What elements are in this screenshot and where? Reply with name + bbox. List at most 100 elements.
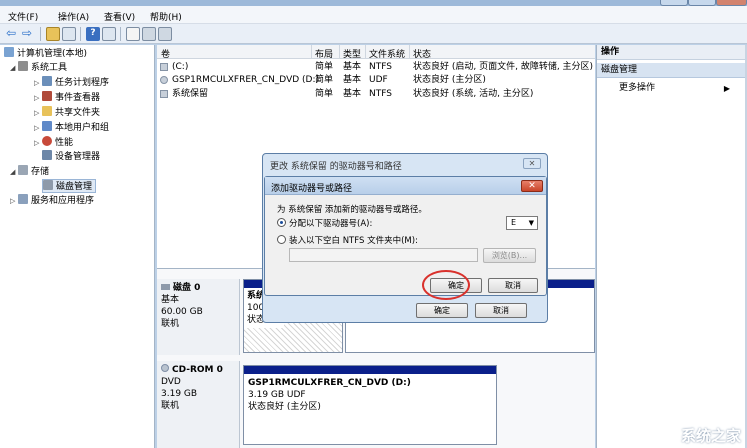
volume-icon xyxy=(160,90,168,98)
tree-performance[interactable]: ▷ 性能 xyxy=(34,136,73,150)
disk0-name-text: 磁盘 0 xyxy=(173,283,201,293)
refresh-icon[interactable] xyxy=(126,27,140,41)
forward-arrow-icon[interactable]: ⇨ xyxy=(22,27,36,41)
volume-icon xyxy=(160,63,168,71)
tree-services-apps[interactable]: ▷ 服务和应用程序 xyxy=(10,194,94,208)
cell: GSP1RMCULXFRER_CN_DVD (D:) xyxy=(172,75,320,85)
tree-root[interactable]: 计算机管理(本地) xyxy=(4,47,87,61)
menu-file[interactable]: 文件(F) xyxy=(8,10,38,23)
cell: 简单 xyxy=(315,75,334,85)
expand-icon[interactable]: ▷ xyxy=(34,121,42,135)
export-icon[interactable] xyxy=(142,27,156,41)
cell: (C:) xyxy=(172,62,189,72)
cdrom0-type: DVD xyxy=(161,377,181,387)
actions-section-disk-management[interactable]: 磁盘管理 xyxy=(597,63,747,78)
folder-path-input[interactable] xyxy=(289,248,478,262)
tree-disk-management[interactable]: 磁盘管理 xyxy=(42,179,97,193)
clock-icon xyxy=(42,76,52,86)
back-arrow-icon[interactable]: ⇦ xyxy=(6,27,20,41)
tree-system-tools[interactable]: ◢ 系统工具 xyxy=(10,61,67,75)
cdrom0-name: CD-ROM 0 xyxy=(161,364,235,376)
actions-header: 操作 xyxy=(597,45,747,60)
properties-icon[interactable] xyxy=(102,27,116,41)
cell: 基本 xyxy=(343,75,362,85)
storage-icon xyxy=(18,165,28,175)
tree-storage[interactable]: ◢ 存储 xyxy=(10,165,49,179)
disk0-name: 磁盘 0 xyxy=(161,282,235,294)
help-icon[interactable]: ? xyxy=(86,27,100,41)
more-icon[interactable] xyxy=(158,27,172,41)
col-layout[interactable]: 布局 xyxy=(315,47,333,60)
expand-icon[interactable]: ▷ xyxy=(10,194,18,208)
menu-action[interactable]: 操作(A) xyxy=(58,10,89,23)
assign-letter-radio[interactable] xyxy=(277,218,286,227)
col-volume[interactable]: 卷 xyxy=(161,47,170,60)
browse-button[interactable]: 浏览(B)... xyxy=(483,248,536,263)
col-divider xyxy=(409,45,410,59)
tree-event-viewer[interactable]: ▷ 事件查看器 xyxy=(34,91,100,105)
col-filesystem[interactable]: 文件系统 xyxy=(369,47,405,60)
disk0-card[interactable]: 磁盘 0 基本 60.00 GB 联机 xyxy=(157,279,240,355)
dialog-description: 为 系统保留 添加新的驱动器号或路径。 xyxy=(277,205,427,215)
table-row[interactable]: (C:) 简单 基本 NTFS 状态良好 (启动, 页面文件, 故障转储, 主分… xyxy=(157,60,595,74)
cd-icon xyxy=(161,364,169,372)
col-status[interactable]: 状态 xyxy=(413,47,431,60)
chevron-right-icon: ▶ xyxy=(723,84,730,93)
chevron-down-icon: ▼ xyxy=(528,219,534,227)
expand-icon[interactable]: ▷ xyxy=(34,136,42,150)
cdrom-volume[interactable]: GSP1RMCULXFRER_CN_DVD (D:) 3.19 GB UDF 状… xyxy=(243,365,497,445)
column-header: 卷 布局 类型 文件系统 状态 xyxy=(157,45,595,60)
expand-icon[interactable]: ▷ xyxy=(34,76,42,90)
more-actions-item[interactable]: 更多操作 ▶ xyxy=(597,81,747,96)
cd-vol-name: GSP1RMCULXFRER_CN_DVD (D:) xyxy=(248,378,411,388)
dialog-title: 添加驱动器号或路径 xyxy=(271,184,353,194)
computer-icon xyxy=(4,47,14,57)
toolbar-separator xyxy=(80,27,81,41)
outer-ok-button[interactable]: 确定 xyxy=(416,303,468,318)
disk0-size: 60.00 GB xyxy=(161,307,203,317)
mount-folder-label: 装入以下空白 NTFS 文件夹中(M): xyxy=(289,236,418,246)
cell: 简单 xyxy=(315,62,334,72)
show-hide-tree-icon[interactable] xyxy=(62,27,76,41)
cell: 系统保留 xyxy=(172,89,209,99)
assign-letter-label: 分配以下驱动器号(A): xyxy=(289,219,373,229)
cdrom0-size: 3.19 GB xyxy=(161,389,198,399)
drive-letter-select[interactable]: E ▼ xyxy=(506,216,538,230)
drive-letter-value: E xyxy=(511,218,517,227)
cancel-button[interactable]: 取消 xyxy=(488,278,538,293)
collapse-icon[interactable]: ◢ xyxy=(10,61,18,75)
cell: NTFS xyxy=(369,89,392,99)
dialog-title: 更改 系统保留 的驱动器号和路径 xyxy=(270,162,402,172)
highlight-circle xyxy=(422,270,470,300)
cell: 基本 xyxy=(343,89,362,99)
disk-icon xyxy=(43,180,53,190)
users-icon xyxy=(42,121,52,131)
expand-icon[interactable]: ▷ xyxy=(34,91,42,105)
close-icon[interactable]: ✕ xyxy=(521,180,543,192)
cell: 基本 xyxy=(343,62,362,72)
outer-cancel-button[interactable]: 取消 xyxy=(475,303,527,318)
expand-icon[interactable]: ▷ xyxy=(34,106,42,120)
menu-help[interactable]: 帮助(H) xyxy=(150,10,182,23)
col-type[interactable]: 类型 xyxy=(343,47,361,60)
mount-folder-radio[interactable] xyxy=(277,235,286,244)
tree-task-scheduler[interactable]: ▷ 任务计划程序 xyxy=(34,76,109,90)
watermark-logo: 系统之家 xyxy=(680,427,741,445)
collapse-icon[interactable]: ◢ xyxy=(10,165,18,179)
cd-vol-status: 状态良好 (主分区) xyxy=(248,402,321,412)
add-drive-letter-dialog: 添加驱动器号或路径 ✕ 为 系统保留 添加新的驱动器号或路径。 分配以下驱动器号… xyxy=(264,176,547,300)
disk0-status: 联机 xyxy=(161,319,180,329)
cell: NTFS xyxy=(369,62,392,72)
tree-device-manager[interactable]: 设备管理器 xyxy=(42,150,100,164)
close-icon[interactable]: ✕ xyxy=(523,158,541,169)
more-actions-label: 更多操作 xyxy=(619,83,656,93)
tree-local-users[interactable]: ▷ 本地用户和组 xyxy=(34,121,109,135)
menu-view[interactable]: 查看(V) xyxy=(104,10,135,23)
table-row[interactable]: 系统保留 简单 基本 NTFS 状态良好 (系统, 活动, 主分区) xyxy=(157,87,595,101)
cdrom0-card[interactable]: CD-ROM 0 DVD 3.19 GB 联机 xyxy=(157,361,240,448)
cell: 状态良好 (系统, 活动, 主分区) xyxy=(413,89,534,99)
folder-icon[interactable] xyxy=(46,27,60,41)
dialog-header: 添加驱动器号或路径 ✕ xyxy=(265,177,546,195)
tree-shared-folders[interactable]: ▷ 共享文件夹 xyxy=(34,106,100,120)
table-row[interactable]: GSP1RMCULXFRER_CN_DVD (D:) 简单 基本 UDF 状态良… xyxy=(157,73,595,87)
